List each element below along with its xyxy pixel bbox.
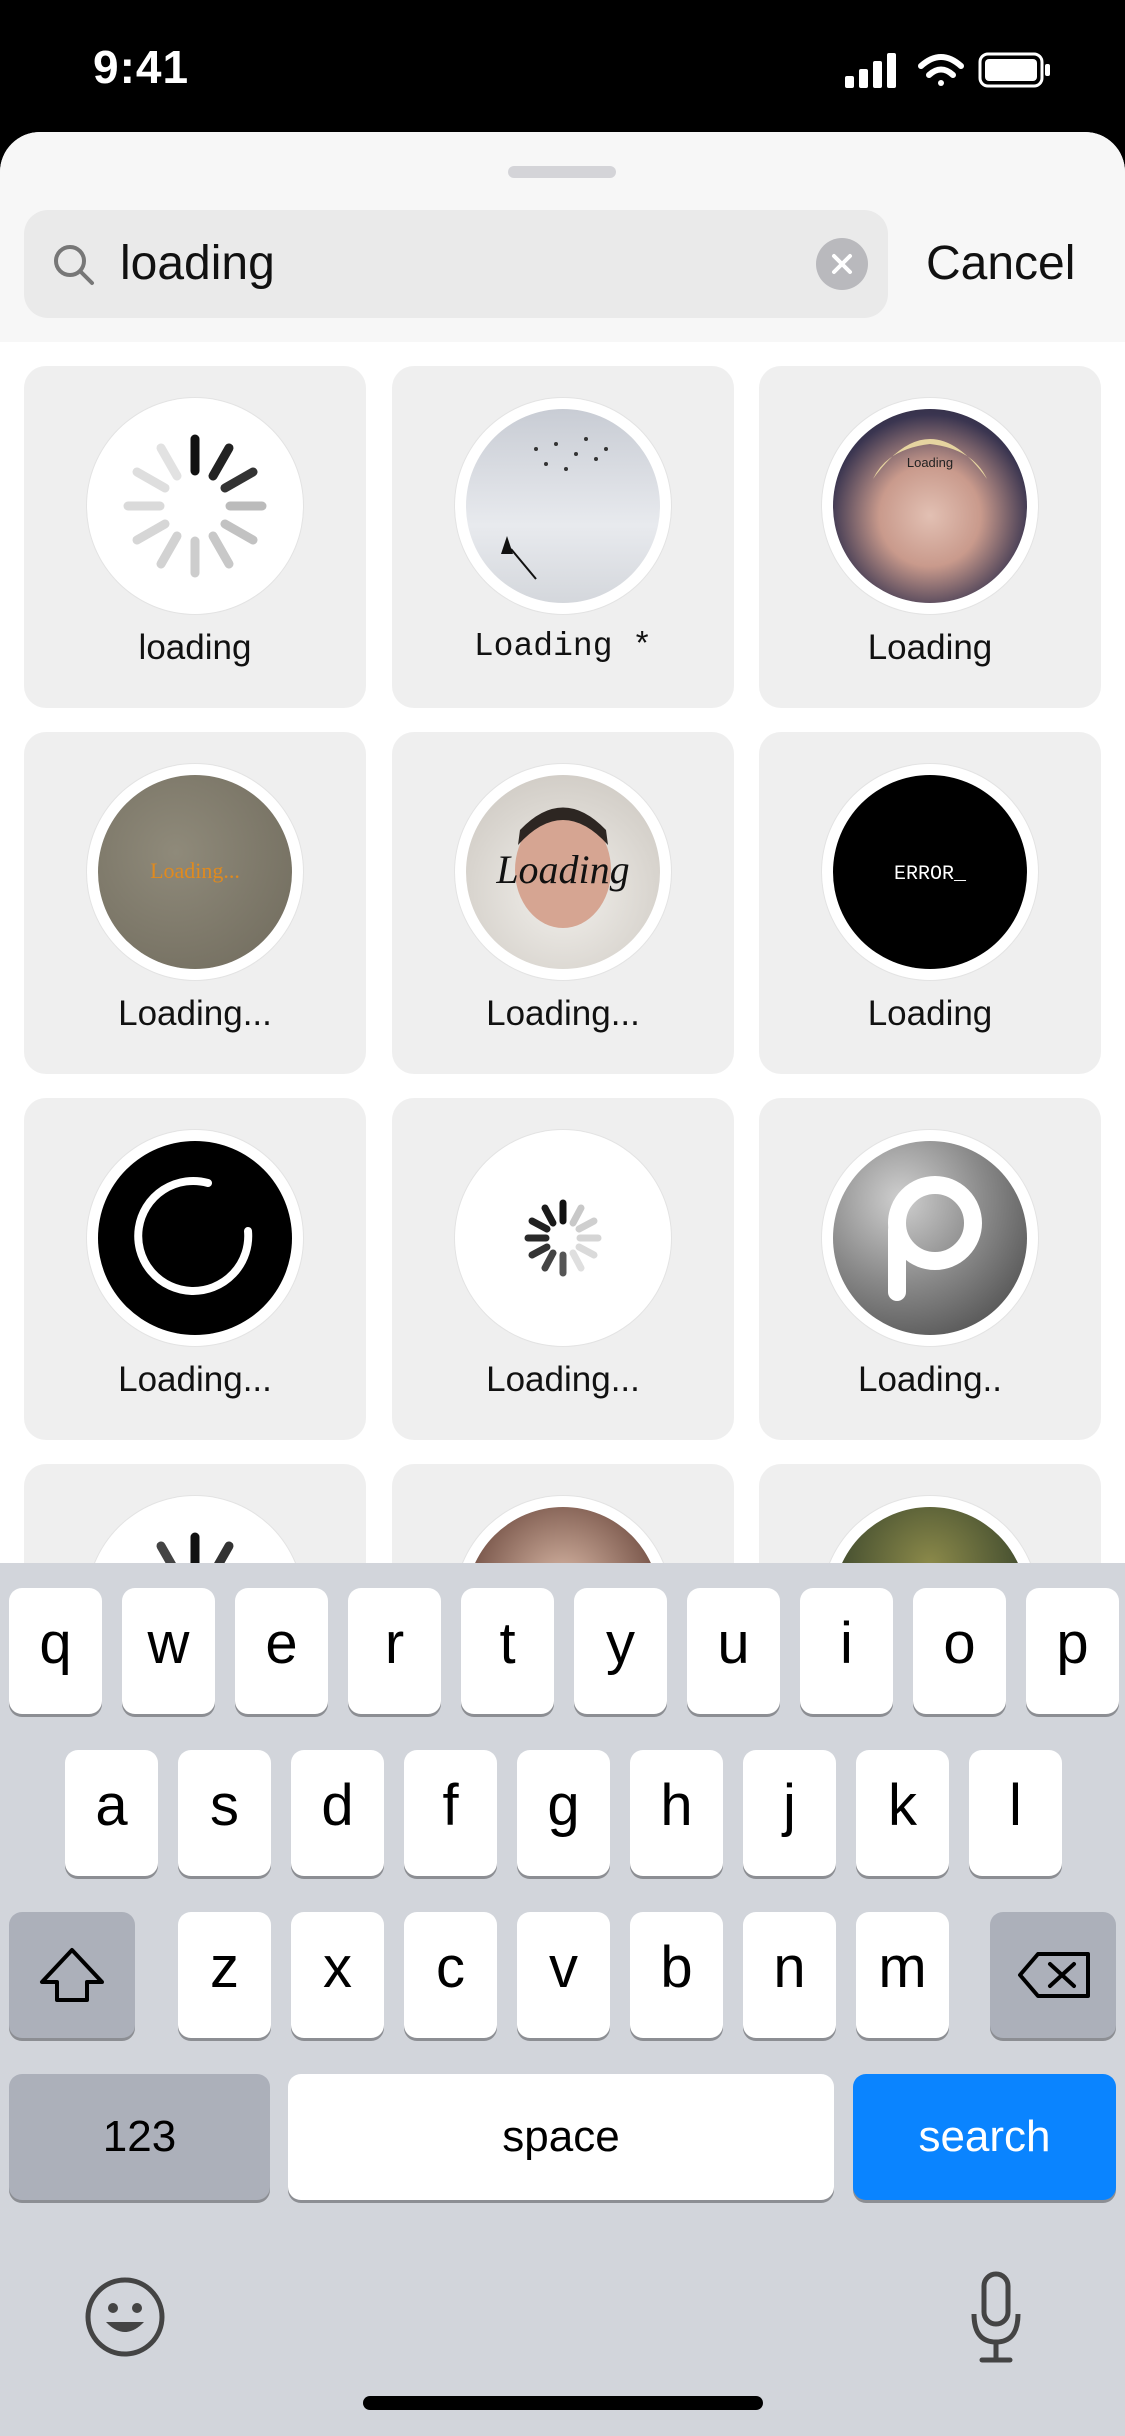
close-icon	[832, 254, 852, 274]
key-r[interactable]: r	[348, 1588, 441, 1714]
svg-text:ERROR_: ERROR_	[894, 863, 967, 886]
key-z[interactable]: z	[178, 1912, 271, 2038]
text-image: Loading...	[150, 858, 240, 883]
tile-label: Loading *	[473, 628, 653, 665]
search-icon	[54, 245, 94, 285]
key-k[interactable]: k	[856, 1750, 949, 1876]
key-v[interactable]: v	[517, 1912, 610, 2038]
svg-text:Loading: Loading	[495, 847, 629, 892]
key-w[interactable]: w	[122, 1588, 215, 1714]
numbers-key[interactable]: 123	[9, 2074, 270, 2200]
battery-icon	[978, 52, 1050, 88]
key-y[interactable]: y	[574, 1588, 667, 1714]
sheet-grabber[interactable]	[508, 166, 616, 178]
search-input[interactable]: loading	[120, 236, 275, 291]
avatar: ERROR_	[822, 764, 1038, 980]
key-n[interactable]: n	[743, 1912, 836, 2038]
result-tile[interactable]: Loading Loading	[759, 366, 1101, 708]
result-tile[interactable]: Loading... Loading...	[24, 732, 366, 1074]
key-x[interactable]: x	[291, 1912, 384, 2038]
key-c[interactable]: c	[404, 1912, 497, 2038]
avatar	[455, 1130, 671, 1346]
result-tile[interactable]: Loading *	[392, 366, 734, 708]
tile-label: Loading...	[486, 994, 640, 1033]
ring-spinner-icon	[134, 1177, 253, 1295]
backspace-icon	[1018, 1952, 1090, 1998]
key-j[interactable]: j	[743, 1750, 836, 1876]
status-icons	[845, 50, 1085, 90]
tile-label: Loading...	[118, 1360, 272, 1399]
key-p[interactable]: p	[1026, 1588, 1119, 1714]
key-f[interactable]: f	[404, 1750, 497, 1876]
avatar	[455, 398, 671, 614]
search-header: loading Cancel	[0, 132, 1125, 342]
key-m[interactable]: m	[856, 1912, 949, 2038]
key-d[interactable]: d	[291, 1750, 384, 1876]
tile-label: loading	[138, 628, 252, 667]
result-tile[interactable]: Loading..	[759, 1098, 1101, 1440]
result-tile[interactable]: loading	[24, 366, 366, 708]
avatar: Loading	[822, 398, 1038, 614]
result-tile[interactable]: Loading...	[392, 1098, 734, 1440]
tile-label: Loading	[867, 994, 993, 1033]
keyboard: q w e r t y u i o p a s d f g h j k l z …	[0, 1563, 1125, 2436]
svg-text:Loading: Loading	[907, 455, 953, 470]
spinner-icon	[123, 434, 267, 578]
avatar: Loading...	[87, 764, 303, 980]
key-g[interactable]: g	[517, 1750, 610, 1876]
search-key[interactable]: search	[853, 2074, 1116, 2200]
key-e[interactable]: e	[235, 1588, 328, 1714]
wifi-icon	[918, 54, 964, 86]
spinner-icon	[524, 1199, 602, 1277]
home-indicator	[363, 2396, 763, 2410]
delete-key[interactable]	[990, 1912, 1116, 2038]
key-l[interactable]: l	[969, 1750, 1062, 1876]
status-time: 9:41	[93, 41, 190, 93]
emoji-icon[interactable]	[84, 2276, 166, 2358]
search-field[interactable]: loading	[24, 210, 888, 318]
avatar	[822, 1130, 1038, 1346]
space-key[interactable]: space	[288, 2074, 834, 2200]
result-tile[interactable]: Loading Loading...	[392, 732, 734, 1074]
result-tile[interactable]: ERROR_ Loading	[759, 732, 1101, 1074]
avatar	[87, 398, 303, 614]
key-a[interactable]: a	[65, 1750, 158, 1876]
clear-search-button[interactable]	[816, 238, 868, 290]
portrait-image: Loading	[873, 439, 987, 479]
status-bar: 9:41	[0, 0, 1125, 140]
avatar: Loading	[455, 764, 671, 980]
result-tile[interactable]: Loading...	[24, 1098, 366, 1440]
key-u[interactable]: u	[687, 1588, 780, 1714]
key-o[interactable]: o	[913, 1588, 1006, 1714]
key-b[interactable]: b	[630, 1912, 723, 2038]
key-q[interactable]: q	[9, 1588, 102, 1714]
cancel-button[interactable]: Cancel	[926, 236, 1075, 291]
key-t[interactable]: t	[461, 1588, 554, 1714]
key-i[interactable]: i	[800, 1588, 893, 1714]
key-s[interactable]: s	[178, 1750, 271, 1876]
picsart-logo-icon	[888, 1176, 982, 1301]
error-image: ERROR_	[894, 863, 967, 886]
svg-text:Loading...: Loading...	[150, 858, 240, 883]
tile-label: Loading..	[857, 1360, 1003, 1399]
shift-icon	[40, 1948, 104, 2002]
signal-icon	[845, 53, 896, 88]
foggy-landscape-image	[501, 437, 608, 580]
tile-label: Loading	[867, 628, 993, 667]
shift-key[interactable]	[9, 1912, 135, 2038]
avatar	[87, 1130, 303, 1346]
key-h[interactable]: h	[630, 1750, 723, 1876]
microphone-icon[interactable]	[966, 2270, 1026, 2366]
portrait-image: Loading	[495, 807, 630, 928]
tile-label: Loading...	[486, 1360, 640, 1399]
tile-label: Loading...	[118, 994, 272, 1033]
